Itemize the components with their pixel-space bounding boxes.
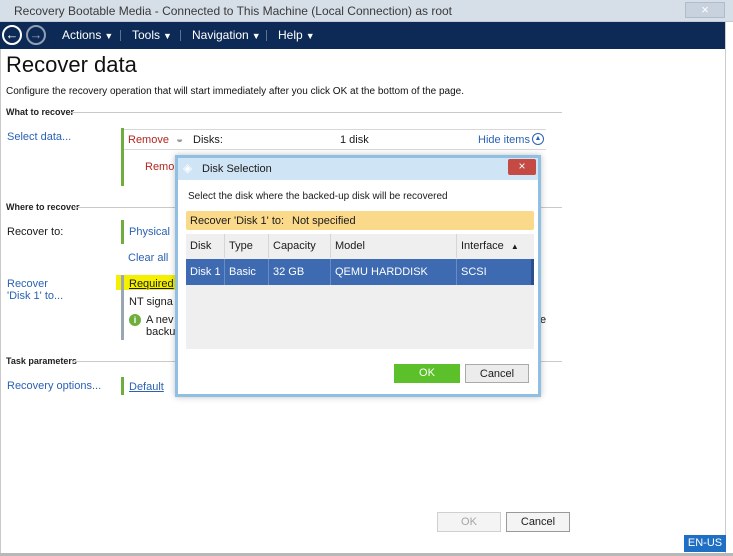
cell-model: QEMU HARDDISK [331,259,457,285]
hide-items-link[interactable]: Hide items [478,134,530,146]
recover-target-banner: Recover 'Disk 1' to: Not specified [186,211,534,230]
dialog-title: Disk Selection [202,163,272,175]
info-icon: i [129,314,141,326]
recover-disk-link-line1: Recover [7,278,48,290]
clear-all-link[interactable]: Clear all [128,252,168,264]
page-title: Recover data [6,52,137,77]
table-scrollbar[interactable] [531,259,534,285]
recover-to-label: Recover to: [7,226,64,238]
close-icon: × [701,2,709,17]
menu-tools[interactable]: Tools ▼ [132,28,172,42]
cell-interface: SCSI [461,266,487,278]
language-indicator[interactable]: EN-US [684,535,726,552]
column-header-capacity[interactable]: Capacity [269,234,331,258]
menu-actions[interactable]: Actions ▼ [62,28,113,42]
info-text-line1: A nev [146,314,174,326]
disks-label: Disks: [193,134,223,146]
dialog-cancel-button[interactable]: Cancel [465,364,529,383]
cell-capacity: 32 GB [269,259,331,285]
disk-icon: ◒ [176,132,184,146]
menu-separator [180,30,181,41]
chevron-down-icon: ▼ [251,31,261,41]
dialog-ok-button[interactable]: OK [394,364,460,383]
column-header-interface[interactable]: Interface ▲ [457,234,534,258]
menu-label: Navigation [192,28,249,42]
recovery-options-link[interactable]: Recovery options... [7,380,101,392]
back-arrow-icon: ← [5,27,19,42]
section-header-where: Where to recover [6,202,80,212]
column-header-disk[interactable]: Disk [186,234,225,258]
menu-label: Tools [132,28,161,42]
section-header-what: What to recover [6,107,75,117]
cell-type: Basic [225,259,269,285]
menu-separator [120,30,121,41]
sort-ascending-icon: ▲ [510,242,519,251]
required-link[interactable]: Required [129,278,174,290]
chevron-down-icon: ▼ [163,31,172,41]
dialog-close-button[interactable]: × [508,159,536,175]
dialog-titlebar: ◈ Disk Selection × [178,158,538,180]
menu-separator [266,30,267,41]
nt-signature-label: NT signa [129,296,173,308]
column-header-model[interactable]: Model [331,234,457,258]
info-text-line2: backu [146,326,176,338]
window-close-button[interactable]: × [685,2,725,18]
disk-table: Disk Type Capacity Model Interface ▲ Dis… [186,234,534,349]
disk-selection-dialog: ◈ Disk Selection × Select the disk where… [175,155,541,397]
nav-bar: ← → Actions ▼ Tools ▼ Navigation ▼ Help ▼ [0,22,725,49]
window-titlebar: Recovery Bootable Media - Connected to T… [0,0,733,22]
section-accent-bar [121,220,124,244]
remove-button-2[interactable]: Remo [145,161,174,173]
close-icon: × [518,159,526,173]
section-accent-bar [121,275,124,340]
menu-label: Actions [62,28,102,42]
window-left-border [0,22,1,556]
cell-disk: Disk 1 [186,259,225,285]
forward-arrow-icon: → [29,27,43,42]
forward-button[interactable]: → [26,25,46,45]
banner-value: Not specified [292,215,356,227]
menu-help[interactable]: Help ▼ [278,28,315,42]
recover-disk-link[interactable]: Recover 'Disk 1' to... [7,278,63,302]
select-data-link[interactable]: Select data... [7,131,71,143]
cancel-button[interactable]: Cancel [506,512,570,532]
disks-count: 1 disk [340,134,369,146]
default-options-link[interactable]: Default [129,381,164,393]
dialog-instruction: Select the disk where the backed-up disk… [188,191,448,202]
section-accent-bar [121,377,124,395]
remove-button[interactable]: Remove [128,134,169,146]
column-header-type[interactable]: Type [225,234,269,258]
window-title: Recovery Bootable Media - Connected to T… [14,4,453,18]
collapse-circle-icon[interactable]: ▲ [532,133,544,145]
ok-button[interactable]: OK [437,512,501,532]
chevron-down-icon: ▼ [104,31,114,41]
chevron-down-icon: ▼ [305,31,315,41]
physical-disks-option[interactable]: Physical [129,226,170,238]
banner-label: Recover 'Disk 1' to: [190,215,285,227]
back-button[interactable]: ← [2,25,22,45]
menu-navigation[interactable]: Navigation ▼ [192,28,261,42]
menu-label: Help [278,28,303,42]
page-subtitle: Configure the recovery operation that wi… [6,86,465,97]
section-divider [70,112,562,113]
window-right-border [725,22,733,556]
recover-disk-link-line2: 'Disk 1' to... [7,290,64,302]
table-row[interactable]: Disk 1 Basic 32 GB QEMU HARDDISK SCSI [186,259,531,285]
section-header-task: Task parameters [6,356,77,366]
stack-icon: ◈ [183,161,193,175]
